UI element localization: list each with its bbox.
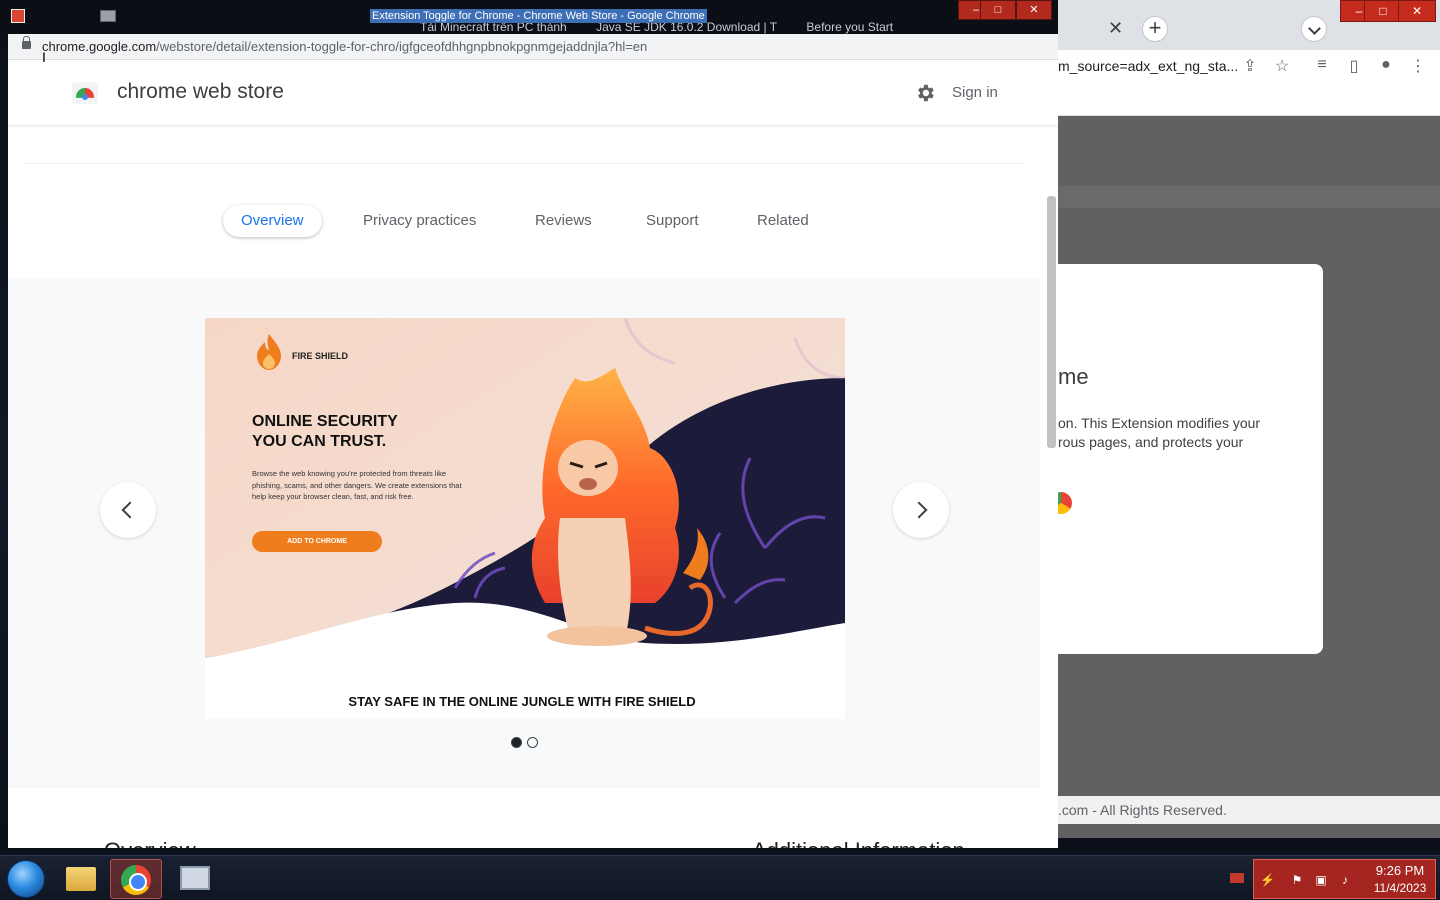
window-title: Extension Toggle for Chrome - Chrome Web… (370, 9, 707, 23)
gear-icon[interactable] (914, 82, 936, 104)
chrome-icon (121, 865, 151, 895)
taskbar-explorer-button[interactable] (54, 859, 106, 899)
url-path: /webstore/detail/extension-toggle-for-ch… (156, 39, 648, 54)
lower-section: Overview Additional Information (8, 788, 1058, 848)
action-center-flag-icon[interactable]: ⚑ (1290, 873, 1304, 887)
profile-avatar-icon[interactable]: ● (1374, 56, 1398, 76)
monitor-icon (180, 866, 210, 890)
close-button[interactable]: ✕ (1016, 0, 1052, 20)
slide-body-text: Browse the web knowing you're protected … (252, 469, 462, 501)
url-text[interactable]: chrome.google.com/webstore/detail/extens… (42, 39, 647, 54)
carousel-slide: FIRE SHIELD ONLINE SECURITY YOU CAN TRUS… (205, 318, 845, 719)
section-divider (24, 163, 1024, 164)
text-cursor-icon: I (42, 49, 46, 65)
tab-close-icon[interactable]: ✕ (1108, 18, 1123, 39)
tab-title[interactable]: Before you Start (806, 20, 893, 34)
new-tab-button[interactable]: + (1142, 16, 1168, 42)
page-scrollbar-thumb[interactable] (1047, 196, 1056, 448)
share-icon[interactable]: ⇪ (1238, 56, 1262, 76)
chrome-popup-window[interactable]: Tải Minecraft trên PC thành Java SE JDK … (0, 0, 1058, 848)
popup-title-bar: Tải Minecraft trên PC thành Java SE JDK … (0, 0, 1058, 34)
background-page: me on. This Extension modifies your rous… (1058, 116, 1440, 838)
network-icon[interactable]: ▣ (1314, 873, 1328, 887)
window-app-icon (100, 10, 116, 22)
volume-icon[interactable]: ♪ (1338, 873, 1352, 887)
address-bar[interactable]: chrome.google.com/webstore/detail/extens… (8, 34, 1058, 60)
close-button[interactable]: ✕ (1398, 0, 1436, 22)
store-header: chrome web store Sign in (8, 60, 1058, 126)
system-tray: ⚡ ⚑ ▣ ♪ 9:26 PM 11/4/2023 (1253, 859, 1436, 899)
background-dialog: me on. This Extension modifies your rous… (1058, 264, 1323, 654)
background-toolbar: m_source=adx_ext_ng_sta... ⇪ ☆ ≡ ▯ ● ⋮ (1058, 50, 1440, 116)
detail-tabs: Overview Privacy practices Reviews Suppo… (222, 205, 842, 239)
bookmark-star-icon[interactable]: ☆ (1270, 56, 1294, 76)
maximize-button[interactable]: □ (1364, 0, 1402, 22)
start-button[interactable] (7, 860, 45, 898)
background-chrome-window[interactable]: ✕ + ‒ □ ✕ m_source=adx_ext_ng_sta... ⇪ ☆… (1058, 0, 1440, 838)
overview-heading: Overview (104, 838, 196, 848)
tab-privacy-practices[interactable]: Privacy practices (363, 205, 476, 237)
url-host: chrome.google.com (42, 39, 157, 54)
clock-time[interactable]: 9:26 PM (1366, 863, 1434, 878)
slide-caption: STAY SAFE IN THE ONLINE JUNGLE WITH FIRE… (348, 694, 696, 709)
store-title[interactable]: chrome web store (117, 80, 284, 104)
folder-icon (66, 867, 96, 891)
chrome-app-icon (11, 9, 25, 23)
fire-shield-brand: FIRE SHIELD (292, 351, 349, 361)
carousel-prev-button[interactable] (100, 482, 156, 538)
carousel-dot-1[interactable] (511, 737, 522, 748)
background-tab-strip: ✕ + ‒ □ ✕ (1058, 0, 1440, 50)
sign-in-link[interactable]: Sign in (952, 84, 998, 101)
tab-related[interactable]: Related (757, 205, 809, 237)
address-bar-text[interactable]: m_source=adx_ext_ng_sta... (1058, 58, 1238, 74)
windows-taskbar: ⚡ ⚑ ▣ ♪ 9:26 PM 11/4/2023 (0, 855, 1440, 900)
slide-illustration (205, 318, 845, 719)
lock-icon[interactable] (22, 36, 31, 49)
page-footer: .com - All Rights Reserved. (1058, 796, 1440, 824)
clock-date[interactable]: 11/4/2023 (1366, 881, 1434, 895)
footer-copyright: .com - All Rights Reserved. (1058, 802, 1227, 818)
additional-information-heading: Additional Information (752, 838, 965, 848)
carousel-dot-2[interactable] (527, 737, 538, 748)
web-store-page: chrome web store Sign in Overview Privac… (8, 60, 1058, 848)
dialog-title-fragment: me (1058, 364, 1089, 389)
tab-overview[interactable]: Overview (223, 205, 322, 237)
carousel-pagination (511, 737, 551, 749)
tab-support[interactable]: Support (646, 205, 699, 237)
background-page-bar (1058, 186, 1440, 208)
screenshot-carousel: FIRE SHIELD ONLINE SECURITY YOU CAN TRUS… (8, 279, 1040, 788)
chrome-web-store-logo-icon[interactable] (72, 82, 98, 104)
dialog-text-fragment: on. This Extension modifies your rous pa… (1058, 415, 1261, 450)
slide-headline: ONLINE SECURITY YOU CAN TRUST. (252, 413, 398, 450)
chrome-logo-icon (1058, 492, 1072, 514)
taskbar-chrome-button[interactable] (110, 859, 162, 899)
taskbar-monitor-button[interactable] (168, 859, 220, 899)
carousel-next-button[interactable] (893, 482, 949, 538)
slide-add-to-chrome-button: ADD TO CHROME (252, 531, 382, 552)
tab-reviews[interactable]: Reviews (535, 205, 592, 237)
notification-flag-icon[interactable] (1230, 873, 1244, 883)
maximize-button[interactable]: □ (980, 0, 1016, 20)
tab-search-button[interactable] (1301, 16, 1327, 42)
reading-list-icon[interactable]: ≡ (1310, 56, 1334, 76)
fire-shield-logo-icon (257, 334, 281, 370)
side-panel-icon[interactable]: ▯ (1342, 56, 1366, 76)
more-menu-icon[interactable]: ⋮ (1406, 56, 1430, 76)
power-icon[interactable]: ⚡ (1260, 873, 1275, 887)
